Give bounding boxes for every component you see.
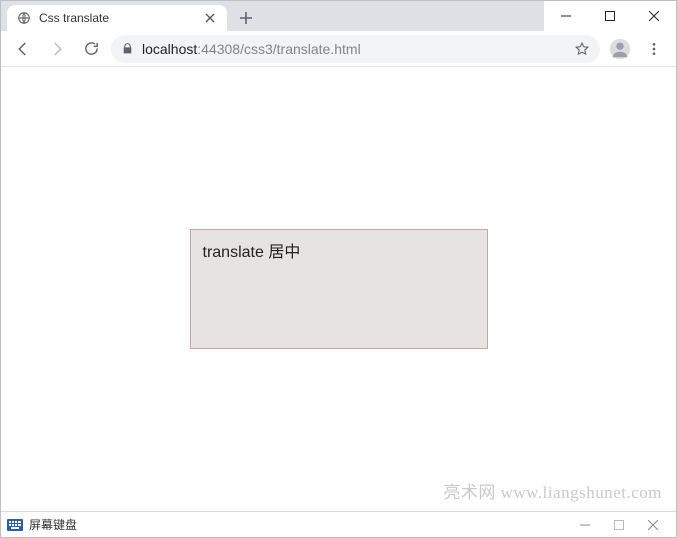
tab-strip: Css translate (1, 1, 544, 31)
browser-window: Css translate (0, 0, 677, 538)
window-controls (544, 1, 676, 31)
globe-icon (17, 11, 31, 25)
osk-controls (568, 514, 670, 536)
osk-maximize-button[interactable] (602, 514, 636, 536)
translate-demo-box: translate 居中 (190, 229, 488, 349)
new-tab-button[interactable] (233, 5, 259, 31)
lock-icon (121, 42, 134, 55)
url-path: :44308/css3/translate.html (197, 41, 360, 57)
back-button[interactable] (9, 35, 37, 63)
on-screen-keyboard-bar: 屏幕键盘 (1, 511, 676, 537)
url-text: localhost:44308/css3/translate.html (142, 41, 566, 57)
demo-box-text: translate 居中 (203, 244, 301, 261)
maximize-button[interactable] (588, 1, 632, 31)
osk-close-button[interactable] (636, 514, 670, 536)
star-icon[interactable] (574, 41, 590, 57)
window-close-button[interactable] (632, 1, 676, 31)
minimize-button[interactable] (544, 1, 588, 31)
menu-button[interactable] (640, 35, 668, 63)
tab-close-icon[interactable] (203, 11, 217, 25)
forward-button[interactable] (43, 35, 71, 63)
page-viewport: translate 居中 亮术网 www.liangshunet.com (1, 67, 676, 511)
url-host: localhost (142, 41, 197, 57)
reload-button[interactable] (77, 35, 105, 63)
osk-minimize-button[interactable] (568, 514, 602, 536)
osk-title: 屏幕键盘 (7, 516, 77, 533)
tab-active[interactable]: Css translate (7, 5, 227, 31)
watermark-text: 亮术网 www.liangshunet.com (443, 478, 662, 503)
account-button[interactable] (606, 35, 634, 63)
titlebar: Css translate (1, 1, 676, 31)
osk-label: 屏幕键盘 (29, 516, 77, 533)
address-bar[interactable]: localhost:44308/css3/translate.html (111, 35, 600, 63)
tab-title: Css translate (39, 11, 195, 25)
keyboard-icon (7, 519, 23, 531)
toolbar: localhost:44308/css3/translate.html (1, 31, 676, 67)
